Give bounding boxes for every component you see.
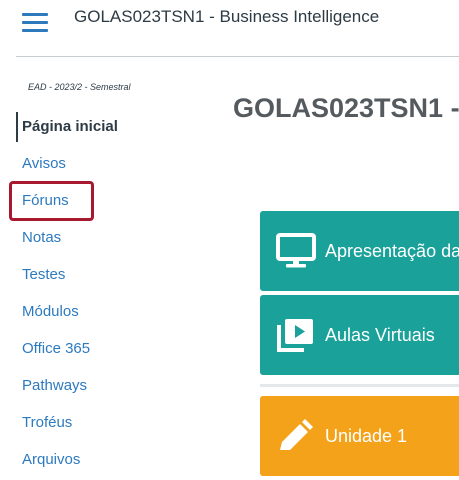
course-term: EAD - 2023/2 - Semestral [28,82,131,92]
course-breadcrumb-title[interactable]: GOLAS023TSN1 - Business Intelligence [74,7,379,27]
top-header: GOLAS023TSN1 - Business Intelligence [0,0,459,57]
tile-label: Apresentação da [325,241,459,261]
tile-aulas-virtuais[interactable]: Aulas Virtuais [260,295,459,375]
video-library-icon [277,319,313,352]
course-navigation: Página inicial Avisos Fóruns Notas Teste… [16,108,216,478]
header-divider [16,56,459,57]
pencil-icon [280,419,313,450]
foruns-highlight-box [9,181,94,221]
page: GOLAS023TSN1 - Business Intelligence EAD… [0,0,459,480]
tile-apresentacao[interactable]: Apresentação da [260,211,459,291]
nav-item-testes[interactable]: Testes [16,256,216,293]
nav-item-arquivos[interactable]: Arquivos [16,441,216,478]
nav-item-modulos[interactable]: Módulos [16,293,216,330]
monitor-icon [276,233,316,268]
tile-label: Aulas Virtuais [325,325,435,345]
nav-item-pagina-inicial[interactable]: Página inicial [16,108,216,145]
nav-item-trofeus[interactable]: Troféus [16,404,216,441]
course-page-title: GOLAS023TSN1 - [233,93,459,123]
nav-item-notas[interactable]: Notas [16,219,216,256]
nav-item-pathways[interactable]: Pathways [16,367,216,404]
tile-unidade-1[interactable]: Unidade 1 [260,396,459,476]
nav-item-office-365[interactable]: Office 365 [16,330,216,367]
tile-separator [260,384,459,387]
hamburger-menu-icon[interactable] [22,11,48,33]
tile-label: Unidade 1 [325,426,408,446]
nav-item-avisos[interactable]: Avisos [16,145,216,182]
